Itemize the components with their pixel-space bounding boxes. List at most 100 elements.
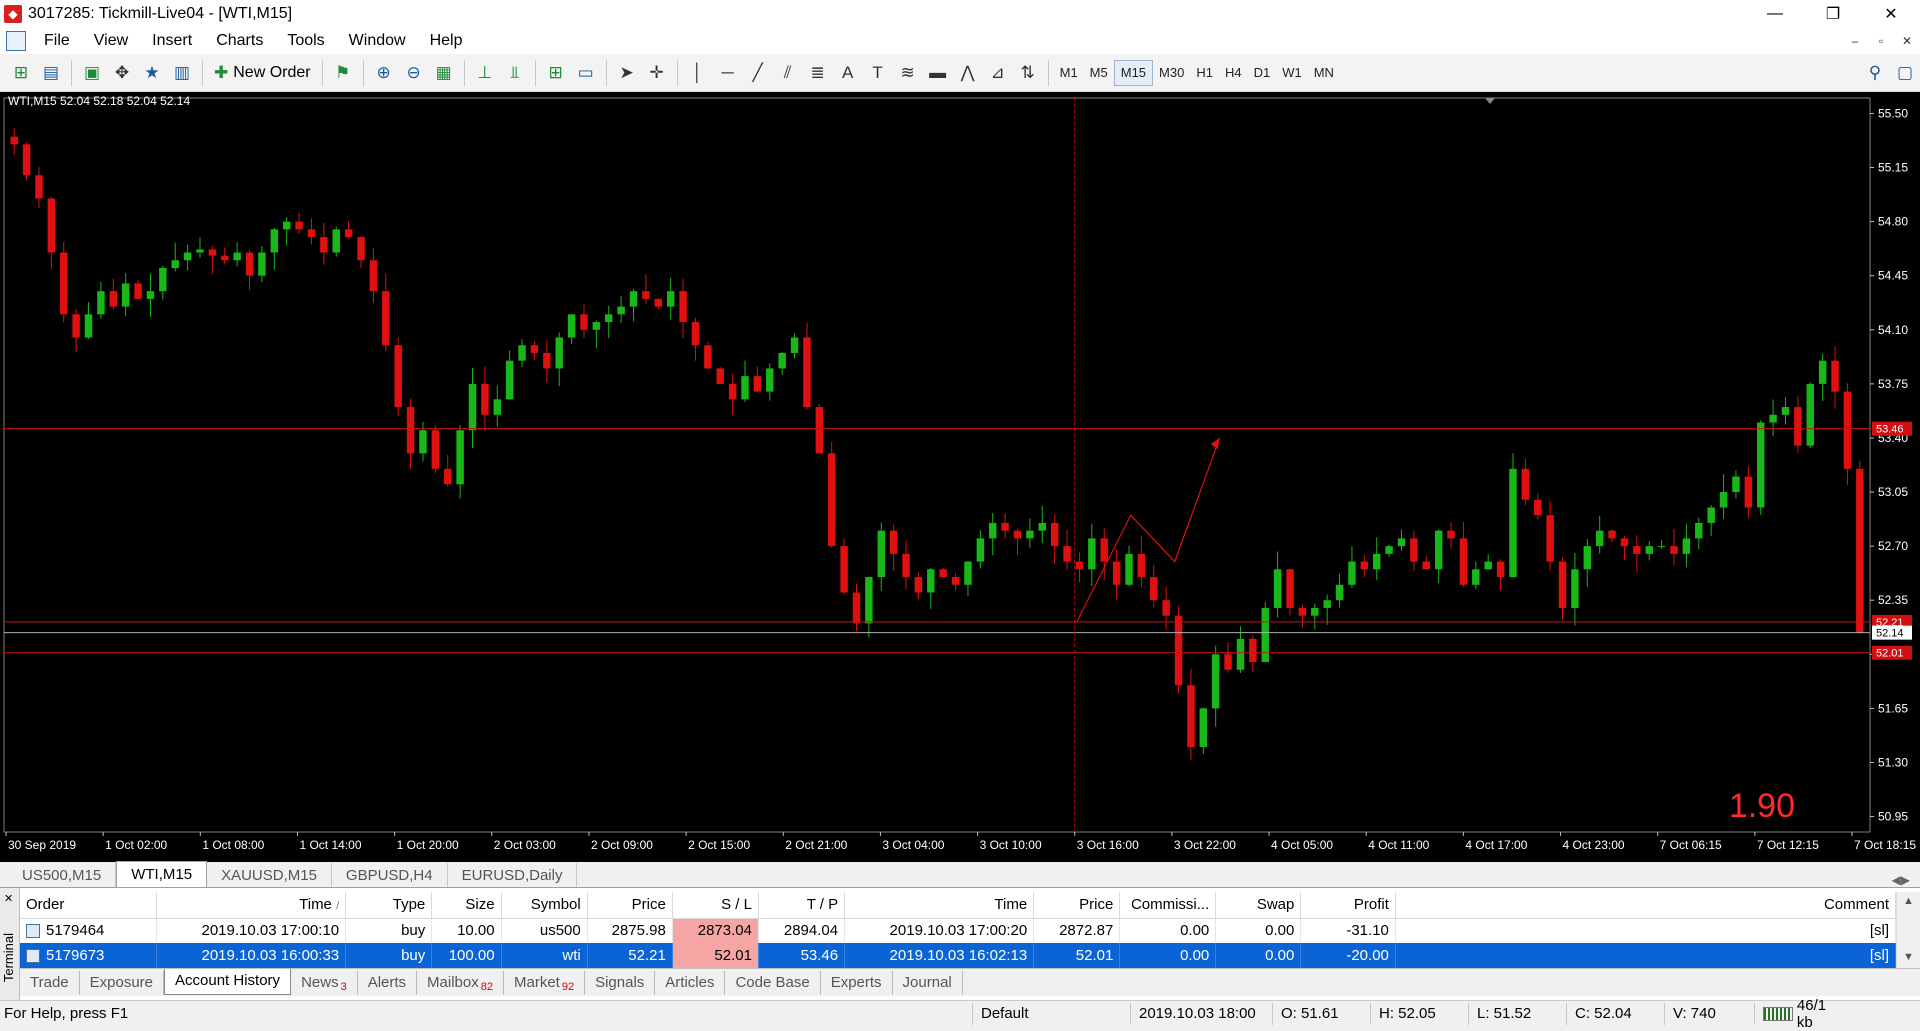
- timeframe-w1[interactable]: W1: [1276, 60, 1308, 86]
- timeframe-h4[interactable]: H4: [1219, 60, 1248, 86]
- text-icon[interactable]: A: [833, 58, 863, 88]
- autotrading-icon[interactable]: ⚑: [328, 58, 358, 88]
- status-profile[interactable]: Default: [972, 1002, 1130, 1025]
- timeframe-m30[interactable]: M30: [1153, 60, 1190, 86]
- price-chart[interactable]: 55.50 55.15 54.80 54.45 54.10 53.75 53.40 53.05…: [0, 92, 1920, 862]
- arrows-icon[interactable]: ⇅: [1013, 58, 1043, 88]
- profiles-icon[interactable]: ▤: [36, 58, 66, 88]
- indicators-icon[interactable]: ⊞: [541, 58, 571, 88]
- timeframe-d1[interactable]: D1: [1248, 60, 1277, 86]
- tab-trade[interactable]: Trade: [20, 971, 80, 995]
- mdi-close-button[interactable]: ✕: [1894, 34, 1920, 48]
- chart-tab-wti[interactable]: WTI,M15: [116, 861, 208, 887]
- zoom-in-icon[interactable]: ⊕: [369, 58, 399, 88]
- col-open-time[interactable]: Time /: [156, 892, 347, 919]
- trendline-icon[interactable]: ╱: [743, 58, 773, 88]
- tab-code-base[interactable]: Code Base: [725, 971, 821, 995]
- menu-insert[interactable]: Insert: [140, 32, 204, 50]
- scroll-up-icon[interactable]: ▲: [1897, 892, 1920, 910]
- chat-icon[interactable]: ▢: [1890, 58, 1920, 88]
- tab-signals[interactable]: Signals: [585, 971, 656, 995]
- tab-mailbox[interactable]: Mailbox 82: [417, 971, 504, 995]
- menu-tools[interactable]: Tools: [275, 32, 336, 50]
- col-price[interactable]: Price: [587, 892, 673, 919]
- fibo-fan-icon[interactable]: ≋: [893, 58, 923, 88]
- menu-window[interactable]: Window: [337, 32, 418, 50]
- zoom-out-icon[interactable]: ⊖: [399, 58, 429, 88]
- favorites-icon[interactable]: ★: [137, 58, 167, 88]
- timeframe-mn[interactable]: MN: [1308, 60, 1340, 86]
- tab-articles[interactable]: Articles: [655, 971, 726, 995]
- menu-help[interactable]: Help: [418, 32, 475, 50]
- x-tick-label: 3 Oct 16:00: [1077, 838, 1139, 852]
- terminal-scrollbar[interactable]: ▲ ▼: [1896, 892, 1920, 968]
- rectangle-icon[interactable]: ▬: [923, 58, 953, 88]
- vertical-line-icon[interactable]: │: [683, 58, 713, 88]
- col-close-time[interactable]: Time: [844, 892, 1035, 919]
- col-size[interactable]: Size: [431, 892, 502, 919]
- tab-scroll-right-icon[interactable]: ▶: [1901, 873, 1910, 887]
- chart-tab-us500[interactable]: US500,M15: [8, 863, 117, 887]
- col-sl[interactable]: S / L: [672, 892, 759, 919]
- fibonacci-icon[interactable]: ≣: [803, 58, 833, 88]
- menu-charts[interactable]: Charts: [204, 32, 275, 50]
- chart-tab-eurusd[interactable]: EURUSD,Daily: [448, 863, 578, 887]
- mdi-minimize-button[interactable]: –: [1842, 34, 1868, 48]
- col-commission[interactable]: Commissi...: [1119, 892, 1217, 919]
- tab-alerts[interactable]: Alerts: [358, 971, 418, 995]
- scroll-down-icon[interactable]: ▼: [1897, 948, 1920, 966]
- autoscroll-icon[interactable]: ⫫: [500, 58, 530, 88]
- tab-scroll-left-icon[interactable]: ◀: [1892, 873, 1901, 887]
- gann-icon[interactable]: ⊿: [983, 58, 1013, 88]
- col-close-price[interactable]: Price: [1033, 892, 1121, 919]
- chart-canvas[interactable]: 55.5055.1554.8054.4554.1053.7553.4053.05…: [0, 92, 1920, 862]
- col-symbol[interactable]: Symbol: [501, 892, 588, 919]
- tab-market[interactable]: Market 92: [504, 971, 586, 995]
- chart-shift-icon[interactable]: ⊥: [470, 58, 500, 88]
- navigator-icon[interactable]: ✥: [107, 58, 137, 88]
- timeframe-m1[interactable]: M1: [1054, 60, 1084, 86]
- crosshair-icon[interactable]: ✛: [642, 58, 672, 88]
- document-icon[interactable]: [6, 31, 26, 51]
- close-button[interactable]: ✕: [1862, 0, 1920, 28]
- new-order-button[interactable]: ✚ New Order: [208, 58, 317, 88]
- menu-view[interactable]: View: [82, 32, 140, 50]
- market-watch-icon[interactable]: ▣: [77, 58, 107, 88]
- new-chart-icon[interactable]: ⊞: [6, 58, 36, 88]
- minimize-button[interactable]: —: [1746, 0, 1804, 28]
- timeframe-m5[interactable]: M5: [1084, 60, 1114, 86]
- elliott-wave-icon[interactable]: ⋀: [953, 58, 983, 88]
- tab-account-history[interactable]: Account History: [164, 969, 292, 995]
- tile-windows-icon[interactable]: ▦: [429, 58, 459, 88]
- timeframe-m15[interactable]: M15: [1113, 59, 1154, 86]
- timeframe-h1[interactable]: H1: [1190, 60, 1219, 86]
- x-tick-label: 4 Oct 11:00: [1368, 838, 1429, 852]
- tab-experts[interactable]: Experts: [821, 971, 893, 995]
- terminal-icon[interactable]: ▥: [167, 58, 197, 88]
- equidistant-channel-icon[interactable]: ⫽: [773, 58, 803, 88]
- cursor-icon[interactable]: ➤: [612, 58, 642, 88]
- col-type[interactable]: Type: [345, 892, 433, 919]
- text-label-icon[interactable]: T: [863, 58, 893, 88]
- col-comment[interactable]: Comment: [1395, 892, 1897, 919]
- restore-button[interactable]: ❐: [1804, 0, 1862, 28]
- col-profit[interactable]: Profit: [1300, 892, 1396, 919]
- tab-news[interactable]: News 3: [291, 971, 358, 995]
- status-connection[interactable]: 46/1 kb: [1754, 997, 1854, 1031]
- col-order[interactable]: Order: [20, 892, 158, 919]
- mdi-restore-button[interactable]: ▫: [1868, 34, 1894, 48]
- col-swap[interactable]: Swap: [1215, 892, 1302, 919]
- col-tp[interactable]: T / P: [758, 892, 846, 919]
- chart-tab-gbpusd[interactable]: GBPUSD,H4: [332, 863, 448, 887]
- table-row-selected[interactable]: 5179673 2019.10.03 16:00:33 buy 100.00 w…: [20, 943, 1897, 968]
- chart-tab-xauusd[interactable]: XAUUSD,M15: [207, 863, 332, 887]
- horizontal-line-icon[interactable]: ─: [713, 58, 743, 88]
- terminal-close-icon[interactable]: ✕: [4, 892, 13, 905]
- search-icon[interactable]: ⚲: [1860, 58, 1890, 88]
- tab-journal[interactable]: Journal: [893, 971, 963, 995]
- tab-exposure[interactable]: Exposure: [80, 971, 165, 995]
- menu-file[interactable]: File: [32, 32, 82, 50]
- templates-icon[interactable]: ▭: [571, 58, 601, 88]
- table-row[interactable]: 5179464 2019.10.03 17:00:10 buy 10.00 us…: [20, 918, 1897, 943]
- status-high: H: 52.05: [1370, 1002, 1468, 1025]
